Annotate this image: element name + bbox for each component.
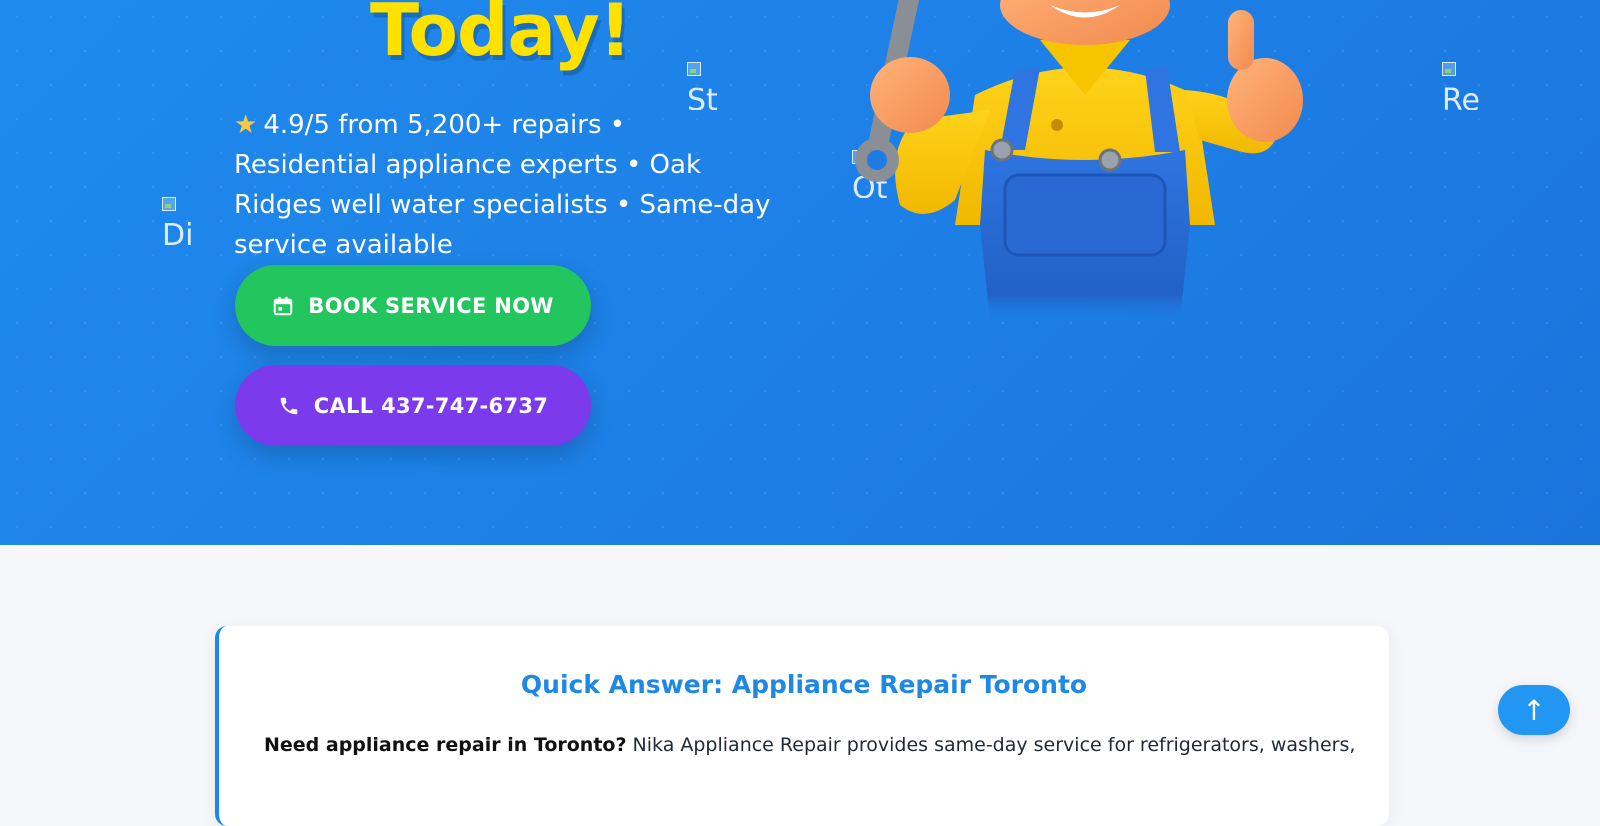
hero-subtitle: ★ 4.9/5 from 5,200+ repairs • Residential… — [234, 105, 774, 265]
quick-answer-lead: Need appliance repair in Toronto? — [264, 734, 627, 756]
broken-image-icon — [162, 197, 176, 211]
broken-image-icon — [687, 62, 701, 76]
book-service-label: BOOK SERVICE NOW — [308, 293, 554, 318]
star-icon: ★ — [234, 110, 258, 140]
hero-title: Today! — [370, 0, 632, 72]
scroll-to-top-button[interactable]: ↑ — [1498, 685, 1570, 735]
broken-image-placeholder: St — [685, 60, 733, 110]
quick-answer-title: Quick Answer: Appliance Repair Toronto — [520, 670, 1088, 699]
broken-image-placeholder: Di — [160, 195, 208, 245]
broken-image-alt: Re — [1442, 83, 1480, 111]
technician-mascot — [855, 0, 1303, 320]
broken-image-alt: St — [687, 83, 718, 111]
call-phone-button[interactable]: CALL 437-747-6737 — [235, 365, 591, 446]
content-section: Quick Answer: Appliance Repair Toronto N… — [0, 545, 1600, 826]
broken-image-icon — [1442, 62, 1456, 76]
quick-answer-card: Quick Answer: Appliance Repair Toronto N… — [215, 626, 1389, 826]
book-service-button[interactable]: BOOK SERVICE NOW — [235, 265, 591, 346]
calendar-icon — [274, 296, 293, 315]
broken-image-placeholder: Re — [1440, 60, 1488, 110]
hero-subtitle-text: 4.9/5 from 5,200+ repairs • Residential … — [234, 110, 771, 260]
phone-icon — [280, 397, 298, 414]
hero-section: Today! ★ 4.9/5 from 5,200+ repairs • Resi… — [0, 0, 1600, 545]
quick-answer-text: Need appliance repair in Toronto? Nika A… — [264, 734, 1355, 756]
quick-answer-body: Nika Appliance Repair provides same-day … — [632, 734, 1356, 756]
hero-dot-pattern — [0, 0, 1600, 545]
arrow-up-icon: ↑ — [1522, 693, 1546, 727]
call-phone-label: CALL 437-747-6737 — [313, 393, 549, 418]
broken-image-alt: Di — [162, 218, 194, 246]
